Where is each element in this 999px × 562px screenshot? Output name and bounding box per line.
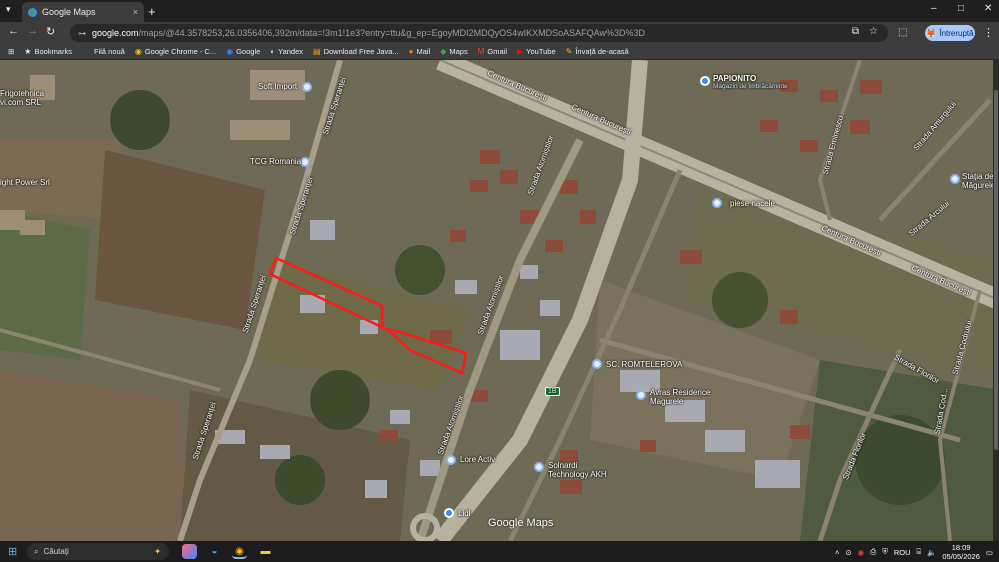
scrollbar[interactable] [993,60,999,541]
taskbar: ⊞ ⌕ Căutați ✦ ◒ ◉ ▬ ˄ ⊙ ◉ ⎙ ⛨ ROU ⌸ 🔈 18… [0,541,999,562]
network-icon[interactable]: ⌸ [917,547,922,557]
search-placeholder: Căutați [43,547,69,556]
chrome-taskbar-icon[interactable]: ◉ [232,544,247,559]
tray-app-icon[interactable]: ⊙ [845,548,851,557]
place-pin-icon[interactable] [950,174,960,184]
bookmark-item[interactable]: ▶ YouTube [512,47,561,56]
bookmark-star-icon[interactable]: ☆ [869,26,878,37]
java-icon: ▤ [313,47,321,56]
shopping-pin-icon[interactable] [700,76,710,86]
notification-icon[interactable]: ▭ [986,548,993,557]
place-label[interactable]: Soft Import [258,82,297,91]
maximize-button[interactable]: □ [958,3,964,14]
clock-time: 18:09 [951,543,971,552]
forward-icon[interactable]: → [27,25,38,37]
minimize-button[interactable]: – [931,3,937,14]
bookmark-item[interactable]: ◐ Yandex [265,47,308,56]
yandex-icon: ◐ [270,47,276,56]
place-label[interactable]: piese nacele [730,199,775,208]
place-label[interactable]: SC. ROMTELEROVA [606,360,682,369]
bookmark-item[interactable]: ▤ Download Free Java... [308,47,404,56]
new-tab-button[interactable]: + [148,4,156,19]
maps-icon: ◆ [440,47,447,56]
bookmark-item[interactable]: Filă nouă [77,47,130,56]
youtube-icon: ▶ [517,47,524,56]
tab-title: Google Maps [42,7,96,17]
extensions-icon[interactable]: ⬚ [898,27,907,38]
menu-icon[interactable]: ⋮ [983,26,994,39]
back-icon[interactable]: ← [8,25,19,37]
close-window-button[interactable]: ✕ [984,3,992,14]
browser-toolbar: ← → ↻ ⊶ google.com/maps/@44.3578253,26.0… [0,22,999,44]
google-maps-logo: Google Maps [488,517,554,529]
bookmark-item[interactable]: M Gmail [473,47,512,56]
place-pin-icon[interactable] [534,462,544,472]
apps-grid-icon[interactable]: ⊞ [0,47,19,56]
chrome-icon: ◉ [134,47,142,56]
language-indicator[interactable]: ROU [894,548,911,557]
system-tray: ˄ ⊙ ◉ ⎙ ⛨ ROU ⌸ 🔈 18:09 05/05/2026 ▭ [835,543,993,561]
profile-avatar-icon: 🦊 [926,28,937,38]
mail-icon: ● [408,47,414,56]
search-icon: ⌕ [34,546,39,556]
route-badge: 1B [545,387,560,396]
place-label[interactable]: Stația de Măgurele [962,172,995,190]
clock-date: 05/05/2026 [942,552,980,561]
learn-icon: ✎ [565,47,573,56]
place-category: Magazin de îmbrăcăminte [713,83,788,90]
tray-app-icon[interactable]: ⛨ [882,547,888,557]
place-label[interactable]: ight Power Srl [0,178,50,187]
bookmark-item[interactable]: ★ Bookmarks [19,47,77,56]
volume-icon[interactable]: 🔈 [927,548,936,557]
install-app-icon[interactable]: ⧉ [852,26,859,37]
star-icon: ★ [24,47,32,56]
place-pin-icon[interactable] [592,359,602,369]
place-label[interactable]: Lore Activ [460,455,495,464]
bookmark-item[interactable]: ◉ Google [221,47,265,56]
tab-strip: ▾ Google Maps × + – □ ✕ [0,0,999,22]
bookmark-item[interactable]: ● Mail [404,47,436,56]
satellite-map[interactable]: Soft Import TCG Romania Frigotehnica vi.… [0,60,999,541]
site-info-icon[interactable]: ⊶ [78,29,86,38]
bookmark-item[interactable]: ◆ Maps [435,47,473,56]
place-label[interactable]: Lidl [458,509,470,518]
place-label[interactable]: TCG Romania [250,157,301,166]
tray-app-icon[interactable]: ⎙ [870,547,876,557]
profile-button[interactable]: 🦊 Întreruptă [925,25,975,41]
tab-search-icon[interactable]: ▾ [6,4,11,15]
profile-label: Întreruptă [939,28,974,38]
place-pin-icon[interactable] [300,157,310,167]
place-label[interactable]: Frigotehnica vi.com SRL [0,89,44,107]
store-pin-icon[interactable] [444,508,454,518]
copilot-sparkle-icon: ✦ [154,547,161,556]
tab-google-maps[interactable]: Google Maps × [22,2,144,22]
url-text[interactable]: google.com/maps/@44.3578253,26.0356406,3… [92,28,645,38]
close-tab-icon[interactable]: × [133,7,138,17]
google-icon: ◉ [226,47,234,56]
reload-icon[interactable]: ↻ [46,25,55,38]
bookmark-item[interactable]: ✎ Învață de-acasă [561,47,634,56]
scrollbar-thumb[interactable] [994,90,998,450]
place-pin-icon[interactable] [636,390,646,400]
show-hidden-icons[interactable]: ˄ [835,548,839,557]
windows-start-icon[interactable]: ⊞ [8,545,17,558]
place-pin-icon[interactable] [712,198,722,208]
file-explorer-icon[interactable]: ▬ [258,544,273,559]
place-pin-icon[interactable] [302,82,312,92]
maps-favicon-icon [28,7,37,17]
clock[interactable]: 18:09 05/05/2026 [942,543,980,561]
place-label[interactable]: Solnardi Technology AKH [548,461,607,479]
copilot-icon[interactable] [182,544,197,559]
gmail-icon: M [477,47,485,56]
bookmark-item[interactable]: ◉ Google Chrome - C... [130,47,221,56]
edge-icon[interactable]: ◒ [207,544,222,559]
address-bar[interactable]: ⊶ google.com/maps/@44.3578253,26.0356406… [70,24,888,42]
place-label[interactable]: PAPIONITO [713,74,756,83]
bookmarks-bar: ⊞ ★ Bookmarks Filă nouă ◉ Google Chrome - … [0,44,999,60]
taskbar-search[interactable]: ⌕ Căutați ✦ [27,543,169,560]
tray-app-icon[interactable]: ◉ [858,548,865,557]
place-pin-icon[interactable] [446,455,456,465]
place-label[interactable]: Avras Residence Magurele [650,388,710,406]
